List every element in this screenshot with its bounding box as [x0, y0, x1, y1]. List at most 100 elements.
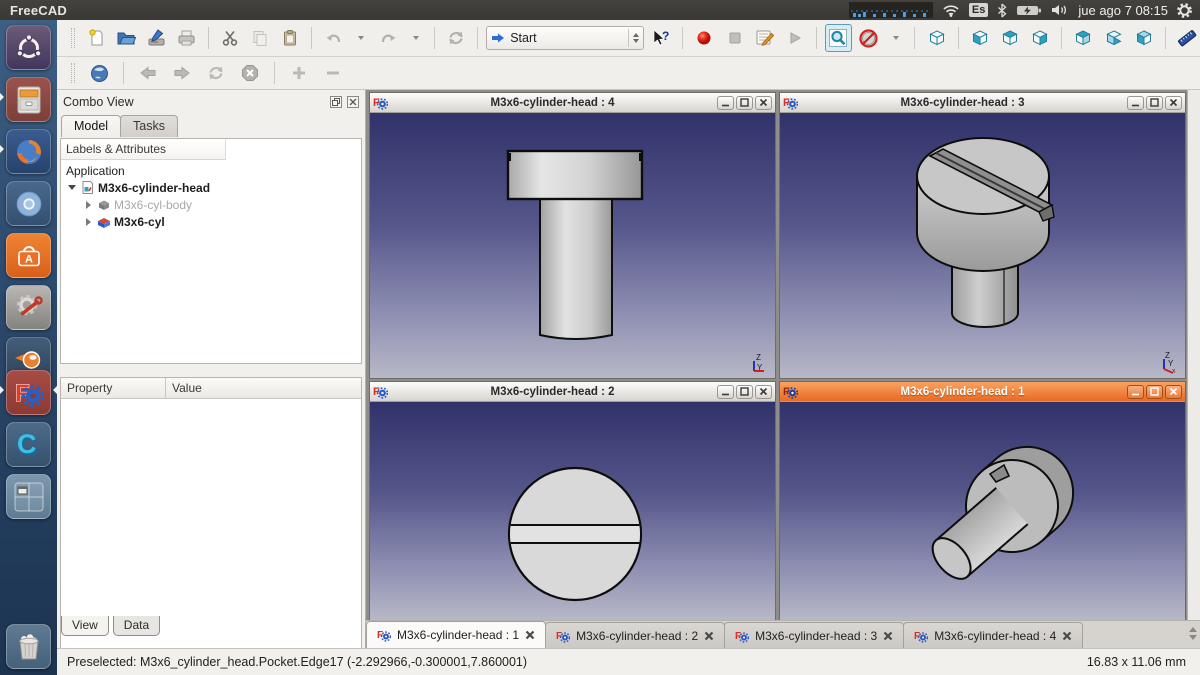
launcher-firefox[interactable] [6, 129, 51, 174]
launcher-workspace-switcher[interactable] [6, 474, 51, 519]
workbench-selector[interactable]: Start [486, 26, 644, 50]
measure-button[interactable] [1174, 24, 1200, 52]
web-home-button[interactable] [85, 59, 113, 87]
tab-close-button[interactable] [883, 631, 893, 641]
view-bottom-button[interactable] [1100, 24, 1126, 52]
window-tab-4[interactable]: F M3x6-cylinder-head : 4 [903, 622, 1083, 648]
window-titlebar[interactable]: F M3x6-cylinder-head : 4 [370, 93, 775, 113]
stop-load-button[interactable] [236, 59, 264, 87]
mdi-window-3[interactable]: F M3x6-cylinder-head : 3 [779, 92, 1186, 379]
3d-viewport-front[interactable]: ZY [370, 113, 775, 378]
tab-data[interactable]: Data [113, 616, 160, 636]
macro-edit-button[interactable] [752, 24, 778, 52]
launcher-dash-home[interactable] [6, 25, 51, 70]
keyboard-layout-indicator[interactable]: Es [969, 3, 988, 17]
paste-button[interactable] [277, 24, 303, 52]
close-button[interactable] [1165, 96, 1182, 110]
new-file-button[interactable] [83, 24, 109, 52]
macro-play-button[interactable] [782, 24, 808, 52]
maximize-button[interactable] [1146, 96, 1163, 110]
close-button[interactable] [755, 385, 772, 399]
zoom-out-button[interactable] [319, 59, 347, 87]
mdi-window-1[interactable]: F M3x6-cylinder-head : 1 [779, 381, 1186, 620]
minimize-button[interactable] [1127, 385, 1144, 399]
reload-button[interactable] [202, 59, 230, 87]
view-top-button[interactable] [997, 24, 1023, 52]
copy-button[interactable] [247, 24, 273, 52]
mdi-scroll-strip[interactable] [1187, 90, 1200, 620]
launcher-files[interactable] [6, 77, 51, 122]
tab-view[interactable]: View [61, 616, 109, 636]
volume-icon[interactable] [1051, 3, 1069, 17]
launcher-cura[interactable]: CC [6, 422, 51, 467]
minimize-button[interactable] [1127, 96, 1144, 110]
mdi-window-4[interactable]: F M3x6-cylinder-head : 4 ZY [369, 92, 776, 379]
forward-button[interactable] [168, 59, 196, 87]
battery-icon[interactable] [1016, 4, 1042, 17]
tab-model[interactable]: Model [61, 115, 121, 137]
tree-item-body[interactable]: M3x6-cyl-body [61, 196, 361, 213]
window-tab-1[interactable]: F M3x6-cylinder-head : 1 [366, 621, 546, 648]
window-tab-3[interactable]: F M3x6-cylinder-head : 3 [724, 622, 904, 648]
3d-viewport-dimetric[interactable] [780, 402, 1185, 620]
toolbar-grip[interactable] [71, 63, 75, 83]
collapsed-arrow-icon[interactable] [86, 218, 91, 226]
undo-button[interactable] [320, 24, 346, 52]
open-file-button[interactable] [113, 24, 139, 52]
zoom-in-button[interactable] [285, 59, 313, 87]
window-tab-2[interactable]: F M3x6-cylinder-head : 2 [545, 622, 725, 648]
view-rear-button[interactable] [1070, 24, 1096, 52]
back-button[interactable] [134, 59, 162, 87]
float-panel-button[interactable] [330, 96, 342, 108]
window-titlebar[interactable]: F M3x6-cylinder-head : 3 [780, 93, 1185, 113]
minimize-button[interactable] [717, 96, 734, 110]
clock[interactable]: jue ago 7 08:15 [1078, 3, 1168, 18]
undo-dropdown[interactable] [351, 24, 372, 52]
launcher-freecad[interactable]: F [6, 370, 51, 415]
print-button[interactable] [174, 24, 200, 52]
draw-style-button[interactable] [856, 24, 882, 52]
launcher-system-settings[interactable] [6, 285, 51, 330]
launcher-chromium[interactable] [6, 181, 51, 226]
close-button[interactable] [1165, 385, 1182, 399]
bluetooth-icon[interactable] [997, 3, 1007, 18]
close-button[interactable] [755, 96, 772, 110]
refresh-button[interactable] [443, 24, 469, 52]
tree-root-application[interactable]: Application [61, 162, 361, 179]
3d-viewport-top[interactable] [370, 402, 775, 620]
window-titlebar[interactable]: F M3x6-cylinder-head : 2 [370, 382, 775, 402]
view-front-button[interactable] [967, 24, 993, 52]
draw-style-dropdown[interactable] [886, 24, 907, 52]
maximize-button[interactable] [736, 96, 753, 110]
tab-tasks[interactable]: Tasks [120, 115, 178, 137]
view-left-button[interactable] [1131, 24, 1157, 52]
window-titlebar[interactable]: F M3x6-cylinder-head : 1 [780, 382, 1185, 402]
tree-item-part[interactable]: M3x6-cyl [61, 213, 361, 230]
minimize-button[interactable] [717, 385, 734, 399]
tree-item-document[interactable]: M3x6-cylinder-head [61, 179, 361, 196]
workbench-spinner[interactable] [628, 29, 639, 47]
tab-scroll-buttons[interactable] [1189, 627, 1197, 648]
3d-viewport-isometric[interactable]: ZYx [780, 113, 1185, 378]
network-monitor-applet[interactable] [849, 2, 933, 18]
view-right-button[interactable] [1027, 24, 1053, 52]
column-property[interactable]: Property [61, 378, 166, 398]
collapsed-arrow-icon[interactable] [86, 201, 91, 209]
launcher-ubuntu-software[interactable]: A [6, 233, 51, 278]
launcher-trash[interactable] [6, 624, 51, 669]
expanded-arrow-icon[interactable] [68, 185, 76, 190]
maximize-button[interactable] [736, 385, 753, 399]
macro-record-button[interactable] [691, 24, 717, 52]
view-axonometric-button[interactable] [923, 24, 949, 52]
tree-header[interactable]: Labels & Attributes [61, 139, 226, 160]
mdi-window-2[interactable]: F M3x6-cylinder-head : 2 [369, 381, 776, 620]
session-gear-icon[interactable] [1177, 3, 1192, 18]
tab-close-button[interactable] [525, 630, 535, 640]
maximize-button[interactable] [1146, 385, 1163, 399]
column-value[interactable]: Value [166, 378, 208, 398]
save-button[interactable] [143, 24, 169, 52]
toolbar-grip[interactable] [71, 28, 75, 48]
redo-dropdown[interactable] [405, 24, 426, 52]
redo-button[interactable] [375, 24, 401, 52]
cut-button[interactable] [217, 24, 243, 52]
